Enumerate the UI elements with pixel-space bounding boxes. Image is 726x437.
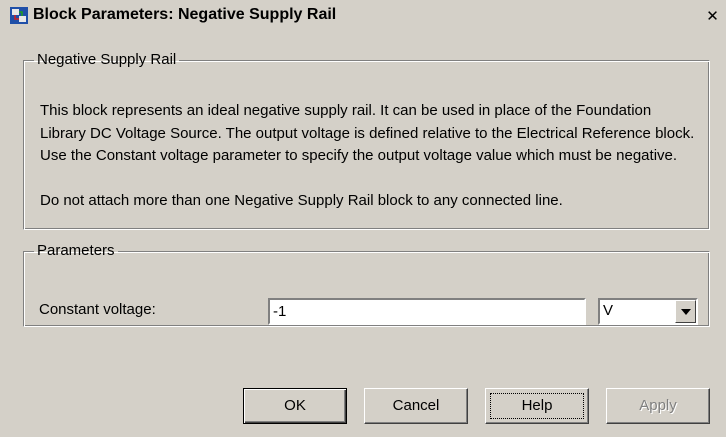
description-text: This block represents an ideal negative …	[40, 100, 700, 212]
description-group: Negative Supply Rail This block represen…	[23, 52, 710, 230]
description-paragraph: This block represents an ideal negative …	[40, 102, 695, 164]
constant-voltage-label: Constant voltage:	[39, 301, 156, 318]
parameters-legend: Parameters	[37, 242, 115, 259]
window-title: Block Parameters: Negative Supply Rail	[33, 6, 337, 23]
title-bar[interactable]: Block Parameters: Negative Supply Rail ✕	[0, 0, 726, 30]
parameters-group: Parameters Constant voltage: -1 V	[23, 243, 710, 327]
description-paragraph: Do not attach more than one Negative Sup…	[40, 191, 563, 209]
apply-button[interactable]: Apply	[606, 388, 710, 424]
close-icon[interactable]: ✕	[705, 9, 720, 24]
focus-ring	[490, 393, 584, 419]
chevron-down-icon	[681, 309, 691, 315]
dropdown-button[interactable]	[675, 300, 696, 323]
voltage-unit-select[interactable]: V	[598, 298, 698, 325]
ok-button[interactable]: OK	[243, 388, 347, 424]
cancel-button[interactable]: Cancel	[364, 388, 468, 424]
voltage-unit-value: V	[603, 302, 614, 319]
constant-voltage-input[interactable]: -1	[268, 298, 586, 325]
description-legend: Negative Supply Rail	[37, 51, 177, 68]
simulink-block-icon	[10, 7, 28, 24]
help-button[interactable]: Help	[485, 388, 589, 424]
